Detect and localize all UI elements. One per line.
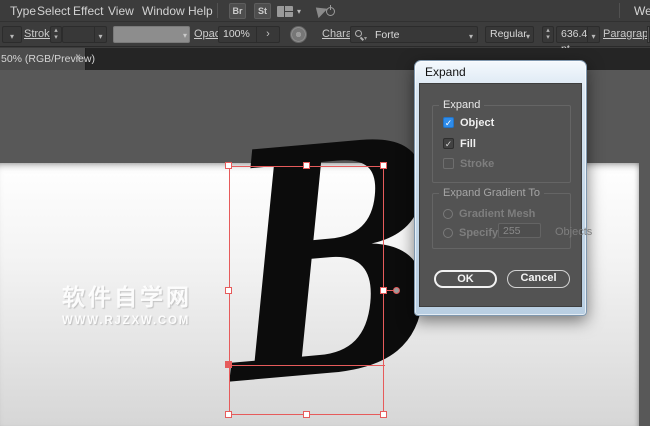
- selection-handle-bottom-left[interactable]: [225, 411, 232, 418]
- font-size-value[interactable]: 636.4 pt: [556, 26, 588, 43]
- menu-type[interactable]: Type: [10, 4, 36, 18]
- specify-radio-row: Specify: Objects: [443, 226, 572, 239]
- gradient-mesh-radio: [443, 209, 453, 219]
- specify-label: Specify:: [459, 227, 502, 239]
- object-checkbox-label: Object: [460, 117, 494, 129]
- stepper-down-icon[interactable]: ▾: [543, 34, 553, 41]
- font-family-select[interactable]: ▾ Forte ▾: [350, 26, 478, 43]
- font-search-chevron-icon: ▾: [364, 35, 367, 42]
- workspace-switcher-label[interactable]: We: [634, 4, 650, 18]
- dialog-title: Expand: [425, 65, 466, 79]
- stroke-checkbox-label: Stroke: [460, 158, 494, 170]
- selection-handle-middle-left[interactable]: [225, 287, 232, 294]
- edge-dropdown-chevron[interactable]: ▾: [2, 26, 22, 43]
- bridge-button[interactable]: Br: [229, 3, 246, 19]
- selection-handle-middle-right[interactable]: [380, 287, 387, 294]
- stock-button[interactable]: St: [254, 3, 271, 19]
- stroke-checkbox-row: Stroke: [443, 157, 494, 170]
- menu-select[interactable]: Select: [37, 4, 70, 18]
- gradient-group-label: Expand Gradient To: [439, 187, 544, 199]
- dialog-content: Expand ✓ Object ✓ Fill Stroke Expand Gra…: [419, 83, 582, 307]
- selection-handle-top-left[interactable]: [225, 162, 232, 169]
- object-checkbox[interactable]: ✓: [443, 117, 454, 128]
- stroke-weight-stepper[interactable]: ▴ ▾: [50, 26, 62, 43]
- expand-options-group: Expand ✓ Object ✓ Fill Stroke: [432, 105, 571, 183]
- baseline-handle[interactable]: [225, 361, 232, 368]
- selection-handle-bottom-middle[interactable]: [303, 411, 310, 418]
- stepper-up-icon[interactable]: ▴: [51, 27, 61, 34]
- menu-view[interactable]: View: [108, 4, 134, 18]
- opacity-value[interactable]: 100%: [218, 26, 257, 43]
- menubar-divider: [217, 3, 218, 18]
- stroke-weight-dropdown[interactable]: ▾: [94, 26, 107, 43]
- selection-handle-bottom-right[interactable]: [380, 411, 387, 418]
- share-power-icon[interactable]: [317, 4, 335, 18]
- watermark: 软件自学网 WWW.RJZXW.COM: [62, 278, 192, 327]
- watermark-line2: WWW.RJZXW.COM: [62, 315, 192, 327]
- control-bar: ▾ Stroke: ▴ ▾ ▾ ▾ Opacity: 100% › Charac…: [0, 23, 650, 47]
- stroke-checkbox: [443, 158, 454, 169]
- selection-handle-top-right[interactable]: [380, 162, 387, 169]
- stepper-up-icon[interactable]: ▴: [543, 27, 553, 34]
- expand-dialog: Expand Expand ✓ Object ✓ Fill Stroke: [414, 60, 587, 316]
- font-family-chevron-icon[interactable]: ▾: [469, 32, 473, 41]
- objects-suffix-label: Objects: [555, 226, 592, 238]
- fill-checkbox-label: Fill: [460, 138, 476, 150]
- specify-input: [498, 223, 541, 238]
- font-size-dropdown[interactable]: ▾: [587, 26, 600, 43]
- gradient-mesh-radio-row: Gradient Mesh: [443, 207, 535, 220]
- expand-group-label: Expand: [439, 99, 484, 111]
- watermark-line1: 软件自学网: [62, 278, 192, 312]
- workspace-chevron-icon[interactable]: ▾: [297, 7, 301, 16]
- opacity-flyout-button[interactable]: ›: [256, 26, 280, 43]
- illustrator-window: Type Select Effect View Window Help Br S…: [0, 0, 650, 426]
- workspace-layout-icon[interactable]: [277, 6, 293, 17]
- menu-effect[interactable]: Effect: [73, 4, 103, 18]
- document-tab[interactable]: 50% (RGB/Preview) ×: [0, 48, 86, 70]
- selection-handle-top-middle[interactable]: [303, 162, 310, 169]
- font-style-select[interactable]: Regular▾: [485, 26, 534, 43]
- recolor-artwork-icon[interactable]: [290, 26, 307, 43]
- selection-box[interactable]: [229, 166, 384, 415]
- width-profile-dropdown[interactable]: ▾: [113, 26, 190, 43]
- fill-checkbox[interactable]: ✓: [443, 138, 454, 149]
- paragraph-label[interactable]: Paragraph:: [603, 28, 650, 40]
- font-search-icon[interactable]: [355, 30, 362, 37]
- fill-checkbox-row[interactable]: ✓ Fill: [443, 137, 476, 150]
- stroke-weight-value[interactable]: [62, 26, 95, 43]
- font-family-value: Forte: [375, 29, 400, 41]
- selection-baseline: [229, 365, 385, 366]
- tab-close-icon[interactable]: ×: [75, 53, 81, 63]
- gradient-options-group: Expand Gradient To Gradient Mesh Specify…: [432, 193, 571, 249]
- stepper-down-icon[interactable]: ▾: [51, 34, 61, 41]
- menu-bar: Type Select Effect View Window Help Br S…: [0, 0, 650, 22]
- font-size-stepper[interactable]: ▴ ▾: [542, 26, 554, 43]
- dialog-titlebar[interactable]: Expand: [415, 61, 586, 83]
- object-checkbox-row[interactable]: ✓ Object: [443, 116, 494, 129]
- specify-radio: [443, 228, 453, 238]
- gradient-mesh-label: Gradient Mesh: [459, 208, 535, 220]
- menu-window[interactable]: Window: [142, 4, 185, 18]
- cancel-button[interactable]: Cancel: [507, 270, 570, 288]
- text-anchor-handle[interactable]: [393, 287, 400, 294]
- menubar-divider-right: [619, 3, 620, 18]
- menu-help[interactable]: Help: [188, 4, 213, 18]
- ok-button[interactable]: OK: [434, 270, 497, 288]
